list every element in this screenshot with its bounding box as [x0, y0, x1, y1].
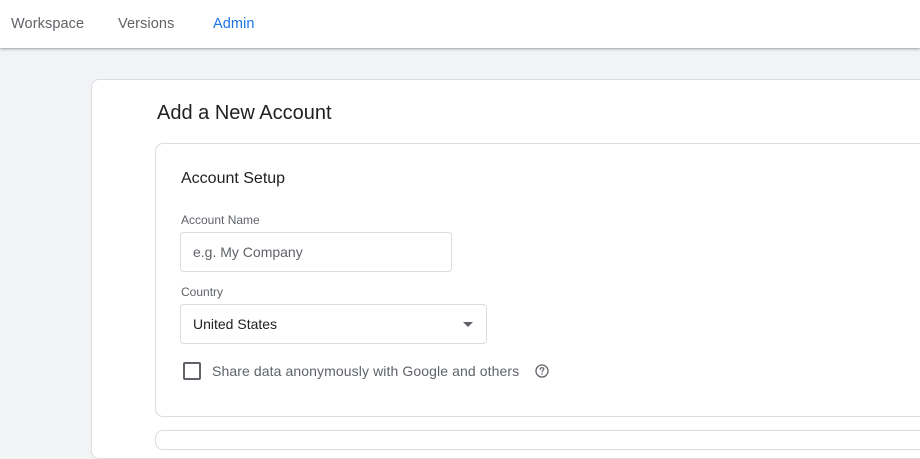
country-select[interactable]: United States	[180, 304, 487, 344]
share-data-label[interactable]: Share data anonymously with Google and o…	[212, 363, 519, 379]
country-selected-value: United States	[193, 316, 278, 332]
help-circle-icon[interactable]	[535, 364, 549, 378]
country-label: Country	[181, 285, 224, 299]
tab-admin[interactable]: Admin	[213, 16, 255, 32]
account-name-label: Account Name	[181, 213, 260, 227]
arrow-drop-down-icon	[463, 322, 473, 327]
top-nav-bar: Workspace Versions Admin	[0, 0, 920, 48]
container-setup-card	[155, 430, 920, 450]
tab-versions[interactable]: Versions	[118, 16, 174, 32]
account-name-input[interactable]	[180, 232, 452, 272]
page-title: Add a New Account	[157, 102, 332, 124]
section-title: Account Setup	[181, 170, 286, 187]
share-data-checkbox[interactable]	[183, 362, 201, 380]
tab-workspace[interactable]: Workspace	[11, 16, 84, 32]
